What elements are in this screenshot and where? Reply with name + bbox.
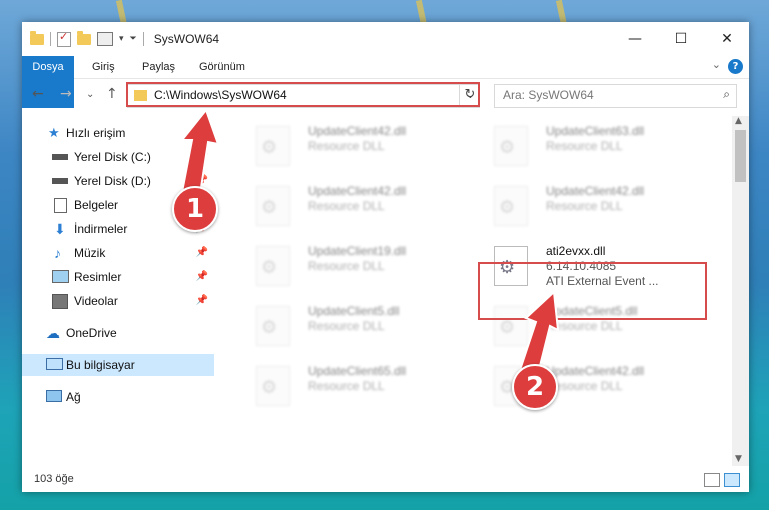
arrow-2 [518,289,560,376]
annotation-arrows [179,107,560,376]
step-badge-1: 1 [172,186,218,232]
arrow-1 [179,107,220,196]
explorer-window: ▾ ⏷ SysWOW64 — ☐ ✕ Dosya Giriş Paylaş Gö… [22,22,749,492]
step-badge-2: 2 [512,364,558,410]
